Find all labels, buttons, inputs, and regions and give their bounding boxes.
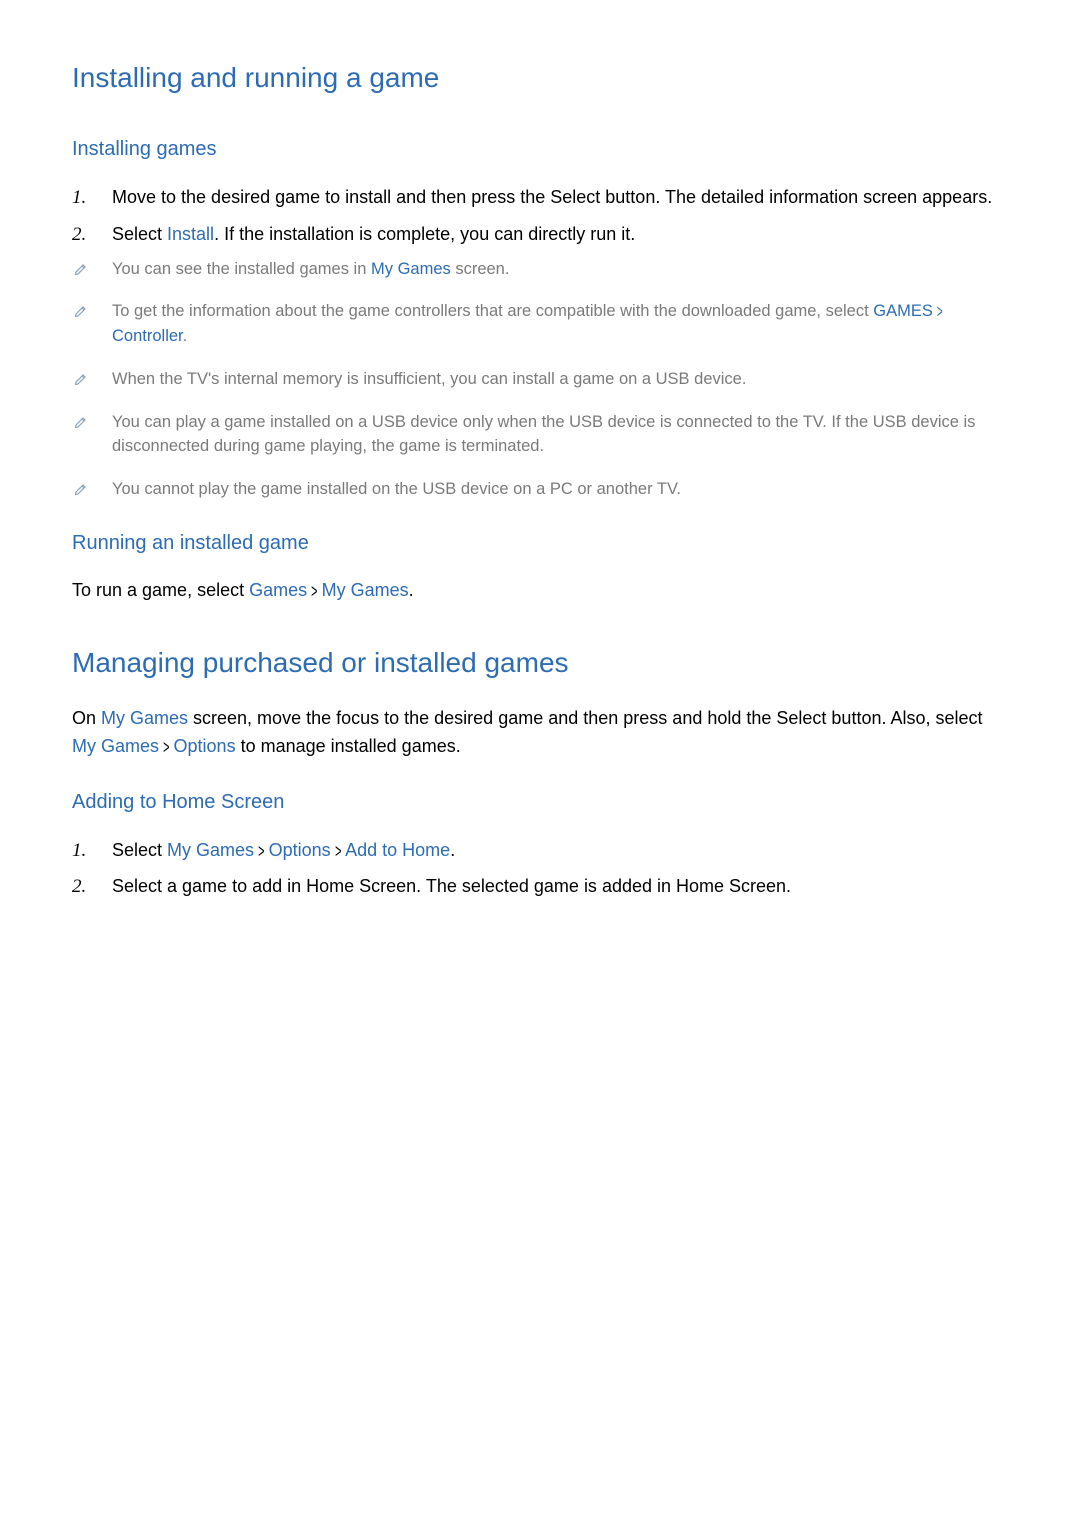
my-games-link: My Games <box>322 580 409 600</box>
note-item: You can see the installed games in My Ga… <box>104 257 1008 282</box>
section-title: Managing purchased or installed games <box>72 647 1008 679</box>
note-item: To get the information about the game co… <box>104 299 1008 349</box>
note-icon <box>74 369 88 383</box>
step-text-b: . If the installation is complete, you c… <box>214 224 635 244</box>
note-text: You can play a game installed on a USB d… <box>112 413 975 456</box>
step-number: 1. <box>72 183 86 213</box>
step-number: 2. <box>72 220 86 250</box>
chevron-right-icon: > <box>163 732 169 763</box>
note-text-b: . <box>183 327 188 345</box>
subheading-installing-games: Installing games <box>72 138 1008 161</box>
section-title: Installing and running a game <box>72 62 1008 94</box>
note-icon <box>74 301 88 315</box>
my-games-link: My Games <box>101 708 188 728</box>
note-item: You can play a game installed on a USB d… <box>104 410 1008 460</box>
add-to-home-link: Add to Home <box>345 840 450 860</box>
chevron-right-icon: > <box>335 835 341 867</box>
add-step-2: 2. Select a game to add in Home Screen. … <box>104 872 1008 901</box>
note-text-a: To get the information about the game co… <box>112 302 873 320</box>
step-text: Select a game to add in Home Screen. The… <box>112 876 791 896</box>
options-link: Options <box>269 840 331 860</box>
note-icon <box>74 412 88 426</box>
step-number: 1. <box>72 836 86 866</box>
run-text-a: To run a game, select <box>72 580 249 600</box>
install-notes-list: You can see the installed games in My Ga… <box>72 257 1008 502</box>
chevron-right-icon: > <box>937 299 943 326</box>
my-games-link: My Games <box>72 736 159 756</box>
install-link: Install <box>167 224 214 244</box>
games-link: Games <box>249 580 307 600</box>
note-icon <box>74 479 88 493</box>
my-games-link: My Games <box>371 260 451 278</box>
install-step-1: 1. Move to the desired game to install a… <box>104 183 1008 212</box>
intro-b: screen, move the focus to the desired ga… <box>188 708 983 728</box>
intro-a: On <box>72 708 101 728</box>
note-icon <box>74 259 88 273</box>
step-number: 2. <box>72 872 86 902</box>
note-item: When the TV's internal memory is insuffi… <box>104 367 1008 392</box>
subheading-add-home: Adding to Home Screen <box>72 791 1008 814</box>
add-step-1: 1. Select My Games>Options>Add to Home. <box>104 836 1008 865</box>
install-step-2: 2. Select Install. If the installation i… <box>104 220 1008 249</box>
running-instruction: To run a game, select Games>My Games. <box>72 577 1008 605</box>
step-text-b: . <box>450 840 455 860</box>
subheading-running-game: Running an installed game <box>72 532 1008 555</box>
add-home-steps-list: 1. Select My Games>Options>Add to Home. … <box>72 836 1008 902</box>
note-text-b: screen. <box>451 260 510 278</box>
chevron-right-icon: > <box>258 835 264 867</box>
note-text: You cannot play the game installed on th… <box>112 480 681 498</box>
step-text: Move to the desired game to install and … <box>112 187 992 207</box>
games-link: GAMES <box>873 302 933 320</box>
controller-link: Controller <box>112 327 183 345</box>
step-text-a: Select <box>112 840 167 860</box>
note-text-a: You can see the installed games in <box>112 260 371 278</box>
my-games-link: My Games <box>167 840 254 860</box>
run-text-b: . <box>409 580 414 600</box>
step-text-a: Select <box>112 224 167 244</box>
install-steps-list: 1. Move to the desired game to install a… <box>72 183 1008 249</box>
chevron-right-icon: > <box>311 576 317 607</box>
options-link: Options <box>174 736 236 756</box>
note-item: You cannot play the game installed on th… <box>104 477 1008 502</box>
managing-intro: On My Games screen, move the focus to th… <box>72 705 1008 761</box>
intro-c: to manage installed games. <box>236 736 461 756</box>
note-text: When the TV's internal memory is insuffi… <box>112 370 746 388</box>
